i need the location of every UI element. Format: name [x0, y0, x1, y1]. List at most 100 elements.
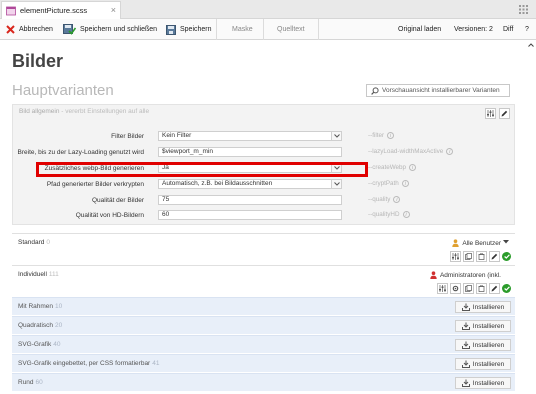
panel-header-subtitle: - vererbt Einstellungen auf alle	[61, 108, 150, 115]
variant-name-text: Rund	[18, 379, 34, 386]
delete-button[interactable]	[476, 251, 487, 262]
versions-label: Versionen: 2	[454, 26, 493, 33]
install-button[interactable]: Installieren	[455, 358, 511, 370]
trash-icon	[478, 253, 485, 260]
variant-name-text: Quadratisch	[18, 322, 54, 329]
info-icon[interactable]: i	[402, 211, 410, 218]
setting-value: 60	[162, 211, 170, 218]
tab-mask[interactable]: Maske	[232, 19, 253, 40]
sliders-button[interactable]	[437, 283, 448, 294]
pencil-icon	[491, 285, 498, 292]
variant-row[interactable]: Individuell 111 Administratoren (inkl.	[12, 265, 515, 297]
search-input[interactable]	[382, 87, 508, 94]
copy-icon	[465, 285, 472, 292]
tab-source[interactable]: Quelltext	[277, 19, 305, 40]
css-property-hint: --filter i	[368, 132, 395, 139]
versions-button[interactable]: Versionen: 2	[454, 19, 493, 40]
sliders-icon	[439, 285, 446, 292]
user-icon	[430, 271, 437, 279]
install-label: Installieren	[472, 379, 505, 387]
chevron-down-icon[interactable]	[331, 132, 341, 140]
install-button[interactable]: Installieren	[455, 320, 511, 332]
css-property-hint: --lazyLoad-widthMaxActive i	[368, 148, 454, 155]
settings-button[interactable]	[450, 283, 461, 294]
delete-button[interactable]	[476, 283, 487, 294]
info-icon[interactable]: i	[446, 148, 454, 155]
variant-name: Standard 0	[18, 239, 50, 246]
setting-row: Qualität der Bilder 75 --quality i	[0, 195, 536, 207]
info-icon[interactable]: i	[401, 180, 409, 187]
diff-label: Diff	[503, 26, 514, 33]
setting-label: Filter Bilder	[111, 133, 144, 140]
toolbar-divider	[216, 19, 217, 40]
panel-header-title: Bild allgemein	[19, 108, 60, 115]
variant-name: Quadratisch 20	[18, 322, 62, 329]
user-group-selector[interactable]: Alle Benutzer	[452, 239, 501, 247]
reload-label: Original laden	[398, 26, 442, 33]
install-button[interactable]: Installieren	[455, 339, 511, 351]
css-property-name: --cryptPath	[368, 180, 399, 187]
variant-preview-search[interactable]	[366, 84, 510, 97]
variant-row[interactable]: Standard 0 Alle Benutzer	[12, 233, 515, 265]
toolbar-divider	[318, 19, 319, 40]
user-group-label: Administratoren (inkl.	[439, 271, 501, 279]
webp-highlight-box	[36, 162, 368, 177]
cancel-button[interactable]: Abbrechen	[6, 19, 53, 40]
trash-icon	[478, 285, 485, 292]
setting-row: Breite, bis zu der Lazy-Loading genutzt …	[0, 147, 536, 159]
setting-input[interactable]: 60	[158, 210, 342, 220]
edit-button[interactable]	[489, 251, 500, 262]
info-icon[interactable]: i	[387, 132, 395, 139]
sliders-button[interactable]	[485, 108, 496, 119]
scroll-up-arrow-icon[interactable]	[528, 43, 534, 47]
setting-select[interactable]: Automatisch, z.B. bei Bildausschnitten	[158, 179, 342, 189]
page-title: Bilder	[12, 51, 64, 71]
reload-original-button[interactable]: Original laden	[398, 19, 441, 40]
variant-count: 60	[35, 379, 43, 386]
setting-label: Qualität von HD-Bildern	[75, 212, 144, 219]
toolbar: Abbrechen Speichern und schließen Speich…	[0, 19, 536, 40]
check-circle-icon	[502, 284, 511, 293]
setting-row: Filter Bilder Kein Filter --filter i	[0, 131, 536, 143]
setting-value: $viewport_m_min	[162, 148, 213, 155]
setting-input[interactable]: 75	[158, 195, 342, 205]
install-label: Installieren	[472, 303, 505, 311]
edit-button[interactable]	[489, 283, 500, 294]
copy-button[interactable]	[463, 283, 474, 294]
diff-button[interactable]: Diff	[503, 19, 513, 40]
save-close-icon	[63, 24, 76, 35]
variant-name: Mit Rahmen 10	[18, 303, 62, 310]
variant-count: 10	[55, 303, 63, 310]
setting-select[interactable]: Kein Filter	[158, 131, 342, 141]
caret-down-icon[interactable]	[503, 240, 509, 244]
user-group-selector[interactable]: Administratoren (inkl.	[430, 271, 501, 279]
sliders-icon	[487, 110, 494, 117]
save-button[interactable]: Speichern	[166, 19, 212, 40]
variant-count: 40	[53, 341, 61, 348]
info-icon[interactable]: i	[393, 196, 401, 203]
apps-grid-icon[interactable]	[519, 5, 528, 14]
help-button[interactable]: ?	[525, 19, 529, 40]
installable-variant-row: SVG-Grafik 40 Installieren	[12, 335, 515, 353]
css-property-hint: --cryptPath i	[368, 180, 409, 187]
copy-button[interactable]	[463, 251, 474, 262]
edit-button[interactable]	[499, 108, 510, 119]
download-icon	[461, 303, 470, 311]
tab-mask-label: Maske	[232, 26, 253, 33]
pencil-icon	[501, 110, 508, 117]
chevron-down-icon[interactable]	[331, 180, 341, 188]
tab-source-label: Quelltext	[277, 26, 305, 33]
info-icon[interactable]: i	[409, 164, 417, 171]
variant-name-text: SVG-Grafik eingebettet, per CSS formatie…	[18, 360, 151, 367]
file-tab[interactable]: elementPicture.scss ×	[1, 1, 121, 19]
css-property-name: --quality	[368, 196, 391, 203]
download-icon	[461, 341, 470, 349]
install-button[interactable]: Installieren	[455, 377, 511, 389]
install-button[interactable]: Installieren	[455, 301, 511, 313]
setting-input[interactable]: $viewport_m_min	[158, 147, 342, 157]
variant-name-text: Individuell	[18, 271, 47, 278]
save-close-button[interactable]: Speichern und schließen	[63, 19, 157, 40]
tab-close-icon[interactable]: ×	[111, 5, 116, 15]
sliders-button[interactable]	[450, 251, 461, 262]
variant-count: 20	[55, 322, 63, 329]
